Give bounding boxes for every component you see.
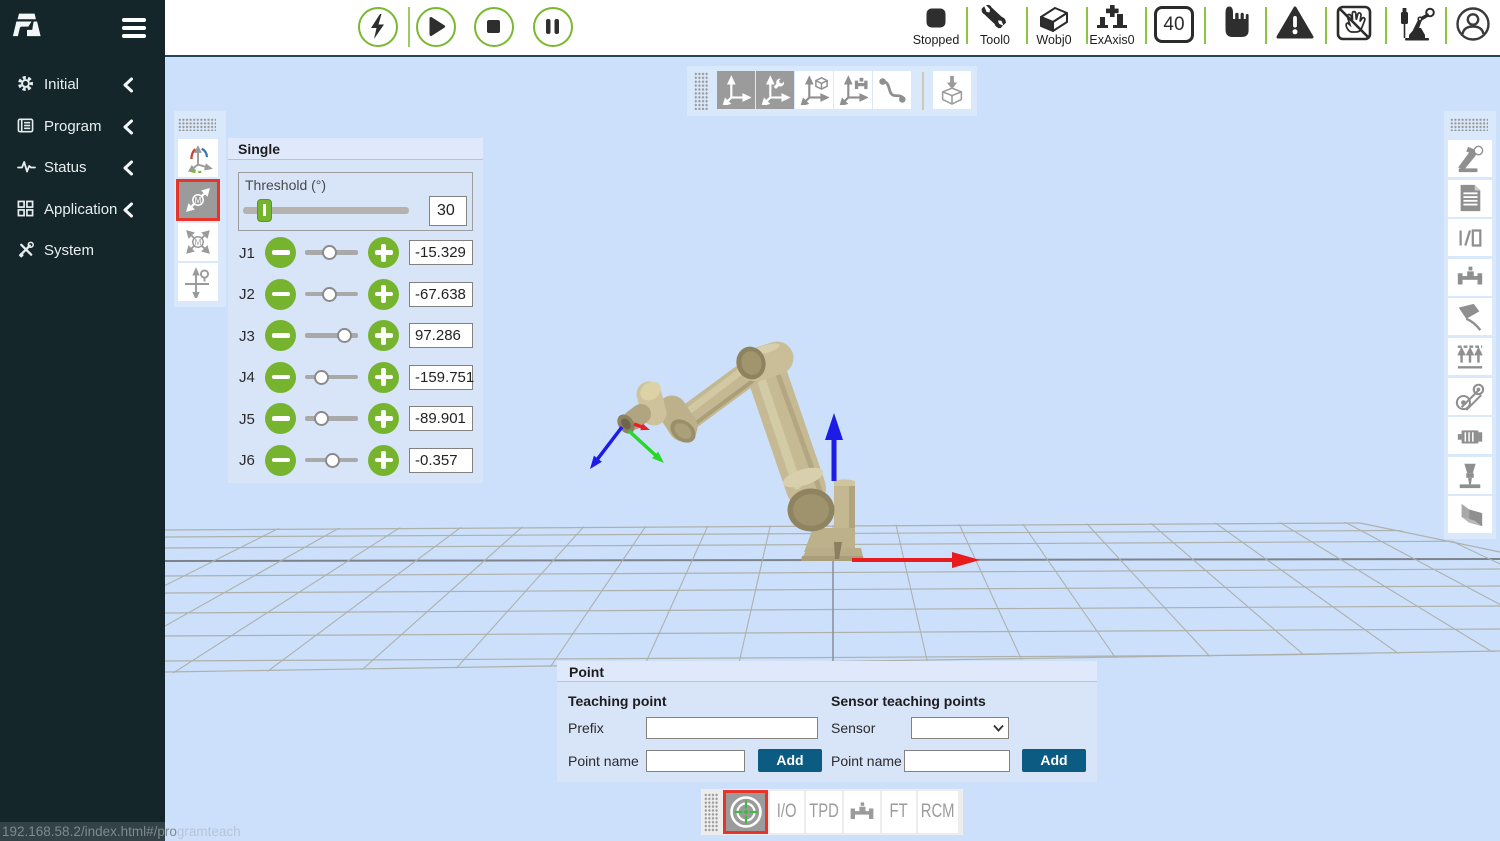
- svg-text:M: M: [195, 196, 202, 205]
- svg-text:M: M: [195, 238, 202, 247]
